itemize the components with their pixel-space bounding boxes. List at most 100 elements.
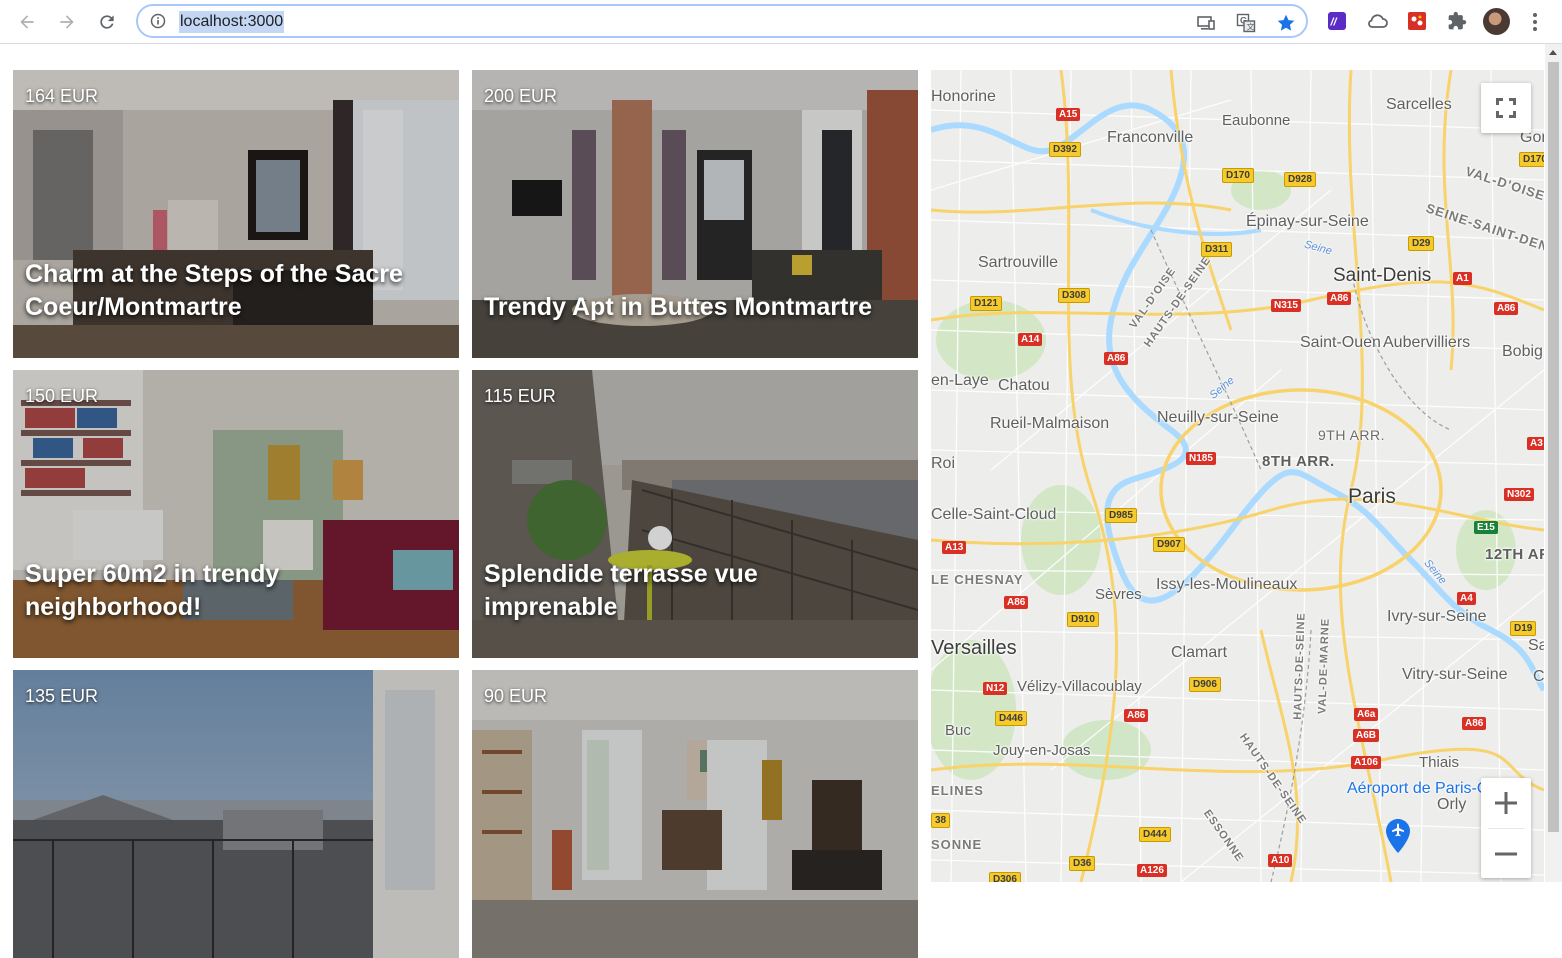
cast-icon[interactable]: [1196, 13, 1216, 33]
red-extension-icon: [1408, 12, 1426, 30]
road-shield: A86: [1124, 709, 1149, 722]
photo-overlay: [13, 670, 459, 958]
map-label: Clamart: [1171, 644, 1228, 661]
map-label: Sarcelles: [1386, 96, 1452, 113]
map-label: Chatou: [998, 377, 1050, 394]
road-shield: D907: [1153, 537, 1185, 552]
listing-price: 135 EUR: [25, 686, 99, 706]
map-label: Neuilly-sur-Seine: [1157, 409, 1279, 426]
bookmark-star-icon[interactable]: [1276, 13, 1296, 33]
road-shield: A15: [1056, 108, 1081, 121]
map-label: Roi: [931, 455, 956, 472]
road-shield: A86: [1104, 352, 1129, 365]
map-label: Eaubonne: [1222, 112, 1291, 129]
listing-price: 200 EUR: [484, 86, 558, 106]
listing-title[interactable]: Splendide terrasse vue imprenable: [484, 558, 898, 624]
extension-icon-red[interactable]: [1406, 10, 1428, 32]
map-label: Jouy-en-Josas: [993, 742, 1091, 759]
map-label: Franconville: [1107, 129, 1194, 146]
listing-price: 164 EUR: [25, 86, 99, 106]
map-label: Saint-Denis: [1333, 265, 1432, 286]
minus-icon: [1495, 852, 1517, 855]
road-shield: A126: [1137, 864, 1167, 877]
road-shield: N185: [1186, 452, 1216, 465]
listing-card[interactable]: 150 EUR Super 60m2 in trendy neighborhoo…: [13, 370, 459, 658]
puzzle-icon: [1448, 11, 1467, 30]
back-button[interactable]: [12, 7, 42, 37]
map[interactable]: Honorine Sarcelles Eaubonne Franconville…: [931, 70, 1544, 882]
road-shield: A4: [1457, 592, 1476, 605]
map-label: Thiais: [1419, 754, 1460, 771]
arrow-left-icon: [20, 15, 34, 29]
info-icon[interactable]: [150, 13, 166, 29]
map-label: LE CHESNAY: [931, 572, 1024, 587]
listing-price: 115 EUR: [484, 386, 556, 406]
road-shield: A13: [942, 541, 967, 554]
road-shield: A106: [1351, 756, 1381, 769]
road-shield: N315: [1271, 299, 1301, 312]
road-shield: D306: [989, 872, 1021, 882]
profile-avatar[interactable]: [1483, 8, 1510, 35]
map-label: 12TH AR: [1485, 546, 1544, 563]
scroll-up-arrow-icon[interactable]: [1549, 50, 1557, 55]
extensions-puzzle-button[interactable]: [1446, 10, 1468, 32]
map-label: Sartrouville: [978, 254, 1059, 271]
map-label: Rueil-Malmaison: [990, 415, 1110, 432]
road-shield: 38: [931, 813, 951, 828]
extension-icon-purple[interactable]: //: [1326, 10, 1348, 32]
map-label: Issy-les-Moulineaux: [1156, 576, 1298, 593]
listing-title[interactable]: Super 60m2 in trendy neighborhood!: [25, 558, 439, 624]
zoom-out-button[interactable]: [1481, 829, 1531, 878]
road-shield: N302: [1504, 488, 1534, 501]
road-shield: N12: [983, 682, 1008, 695]
arrow-right-icon: [60, 15, 74, 29]
map-label: en-Laye: [931, 372, 989, 389]
listing-card[interactable]: 115 EUR Splendide terrasse vue imprenabl…: [472, 370, 918, 658]
map-label: Vitry-sur-Seine: [1402, 666, 1508, 683]
road-shield: D19: [1510, 621, 1537, 636]
listing-card[interactable]: 90 EUR: [472, 670, 918, 958]
forward-button[interactable]: [52, 7, 82, 37]
plus-icon: [1495, 792, 1517, 814]
listing-title[interactable]: Charm at the Steps of the Sacre Coeur/Mo…: [25, 258, 439, 324]
road-shield: D36: [1069, 856, 1096, 871]
fullscreen-button[interactable]: [1481, 83, 1531, 133]
page-scrollbar[interactable]: [1545, 44, 1562, 882]
map-label: Orly: [1437, 796, 1467, 813]
translate-icon[interactable]: G 文: [1236, 13, 1256, 33]
scrollbar-thumb[interactable]: [1548, 62, 1559, 832]
map-label: ELINES: [931, 783, 984, 798]
kebab-menu-icon[interactable]: [1527, 11, 1543, 33]
map-label: C: [1533, 668, 1544, 685]
road-shield: A86: [1327, 292, 1352, 305]
map-label: Aubervilliers: [1383, 334, 1471, 351]
road-shield: D906: [1189, 677, 1221, 692]
map-label: Saint-Ouen: [1300, 334, 1381, 351]
extension-icon-cloud[interactable]: [1366, 10, 1388, 32]
road-shield: A6a: [1354, 708, 1379, 721]
map-label: Bobig: [1502, 343, 1543, 360]
zoom-in-button[interactable]: [1481, 778, 1531, 828]
road-shield: A3: [1527, 437, 1544, 450]
listing-card[interactable]: 164 EUR Charm at the Steps of the Sacre …: [13, 70, 459, 358]
road-shield: D446: [995, 711, 1027, 726]
purple-extension-icon: //: [1328, 12, 1346, 30]
zoom-control: [1481, 778, 1531, 878]
road-shield: A14: [1018, 333, 1043, 346]
road-shield: D311: [1201, 242, 1233, 257]
reload-icon: [100, 15, 114, 29]
listing-card[interactable]: 135 EUR: [13, 670, 459, 958]
map-label: Sa: [1528, 637, 1544, 654]
road-shield: D444: [1139, 827, 1171, 842]
reload-button[interactable]: [92, 7, 122, 37]
airport-icon[interactable]: [1385, 818, 1411, 854]
listing-card[interactable]: 200 EUR Trendy Apt in Buttes Montmartre: [472, 70, 918, 358]
road-shield: D985: [1105, 508, 1137, 523]
road-shield: D29: [1408, 236, 1435, 251]
browser-toolbar: localhost:3000 G 文 //: [0, 0, 1562, 44]
map-label: Ivry-sur-Seine: [1387, 608, 1487, 625]
address-bar[interactable]: localhost:3000 G 文: [136, 4, 1308, 38]
url-text[interactable]: localhost:3000: [179, 11, 285, 33]
listing-title[interactable]: Trendy Apt in Buttes Montmartre: [484, 291, 898, 324]
photo-overlay: [472, 670, 918, 958]
